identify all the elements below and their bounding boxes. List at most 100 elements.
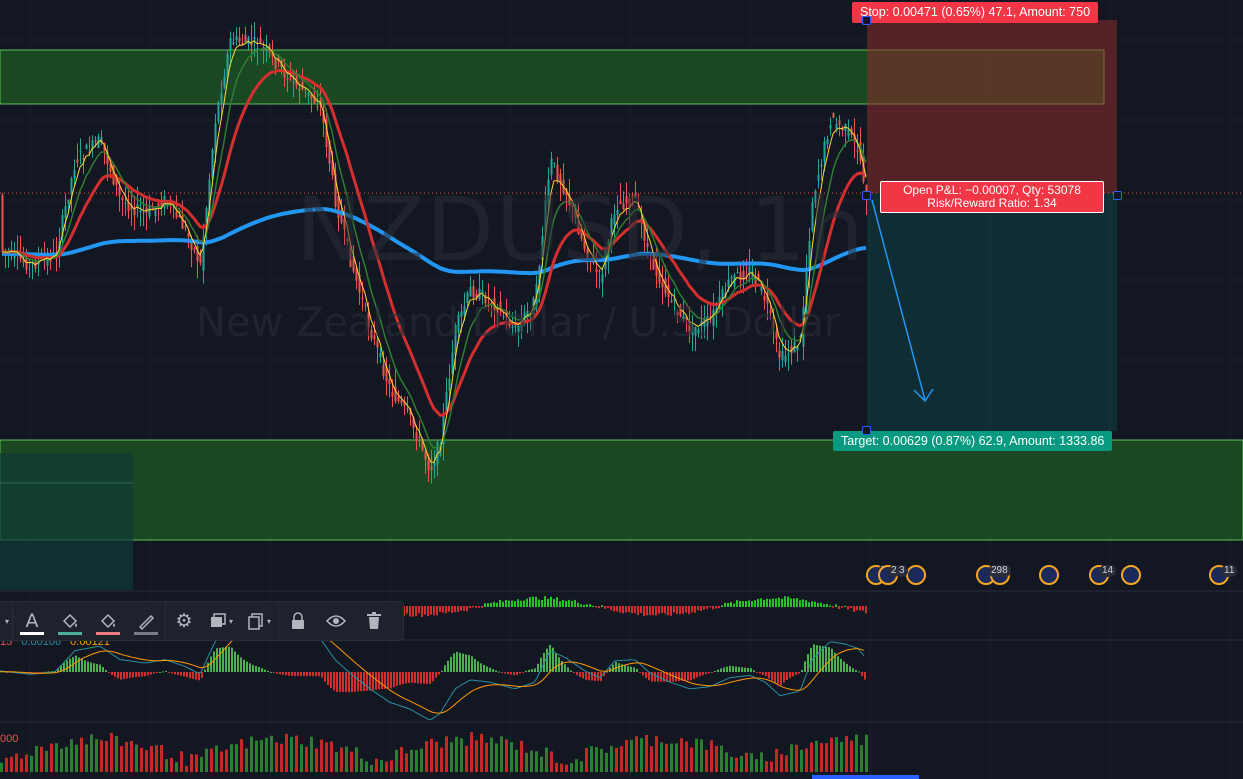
toolbar-drag-caret[interactable]: ▾: [0, 601, 12, 641]
oscillator-bar: [436, 606, 438, 616]
macd-histogram-bar: [735, 666, 737, 672]
candle-body: [67, 199, 70, 205]
candle-body: [118, 187, 121, 196]
macd-histogram-bar: [267, 670, 269, 672]
volume-bar: [810, 742, 813, 772]
macd-histogram-bar: [612, 664, 614, 672]
candle-body: [697, 329, 700, 334]
macd-histogram-bar: [228, 646, 230, 672]
volume-bar: [430, 738, 433, 772]
oscillator-bar: [730, 602, 732, 607]
nz-flag-icon[interactable]: [906, 565, 926, 585]
target-zone[interactable]: [867, 193, 1117, 431]
volume-bar: [455, 736, 458, 772]
us-flag-icon[interactable]: [1121, 565, 1141, 585]
volume-bar: [865, 734, 868, 772]
oscillator-bar: [826, 604, 828, 607]
stop-handle[interactable]: [862, 16, 871, 25]
volume-bar: [120, 745, 123, 772]
macd-histogram-bar: [357, 672, 359, 692]
line-style-icon: [138, 614, 155, 631]
layers-button[interactable]: ▾: [202, 601, 240, 641]
oscillator-bar: [487, 603, 489, 607]
macd-histogram-bar: [417, 672, 419, 684]
clone-icon: [248, 613, 263, 630]
volume-bar: [195, 754, 198, 772]
macd-histogram-bar: [606, 671, 608, 673]
macd-histogram-bar: [402, 672, 404, 685]
macd-histogram-bar: [810, 647, 812, 672]
volume-bar: [140, 747, 143, 772]
oscillator-bar: [799, 600, 801, 607]
target-handle[interactable]: [862, 426, 871, 435]
volume-bar: [245, 748, 248, 772]
volume-bar: [5, 757, 8, 772]
candle-body: [457, 315, 460, 333]
oscillator-bar: [712, 606, 714, 610]
line-style-button[interactable]: [127, 601, 165, 641]
candle-body: [595, 269, 598, 272]
macd-histogram-bar: [411, 672, 413, 683]
oscillator-bar: [751, 601, 753, 607]
macd-histogram-bar: [420, 672, 422, 684]
chart-stage[interactable]: NZDUSD, 1h New Zealand Dollar / U.S. Dol…: [0, 0, 1243, 779]
macd-histogram-bar: [759, 672, 761, 674]
macd-histogram-bar: [408, 672, 410, 683]
oscillator-bar: [622, 606, 624, 614]
candle-body: [835, 124, 838, 129]
volume-bar: [350, 751, 353, 772]
macd-histogram-bar: [87, 661, 89, 672]
candle-body: [772, 321, 775, 328]
stop-zone[interactable]: [867, 20, 1117, 193]
oscillator-bar: [415, 606, 417, 617]
target-label[interactable]: Target: 0.00629 (0.87%) 62.9, Amount: 13…: [833, 431, 1113, 451]
oscillator-bar: [535, 596, 537, 607]
open-pnl-label[interactable]: Open P&L: −0.00007, Qty: 53078 Risk/Rewa…: [880, 181, 1104, 213]
macd-histogram-bar: [855, 669, 857, 672]
nz-flag-icon[interactable]: [1039, 565, 1059, 585]
macd-histogram-bar: [459, 652, 461, 672]
volume-bar: [210, 748, 213, 772]
macd-histogram-bar: [291, 672, 293, 676]
visibility-button[interactable]: [317, 601, 355, 641]
oscillator-bar: [667, 606, 669, 616]
oscillator-bar: [853, 606, 855, 612]
candle-body: [367, 312, 370, 327]
volume-bar: [745, 752, 748, 772]
macd-histogram-bar: [390, 672, 392, 689]
fill-color-button[interactable]: [51, 601, 89, 641]
width-handle[interactable]: [1113, 191, 1122, 200]
macd-histogram-bar: [711, 672, 713, 673]
text-color-button[interactable]: A: [13, 601, 51, 641]
lock-button[interactable]: [279, 601, 317, 641]
volume-bar: [655, 736, 658, 772]
price-chart[interactable]: [0, 0, 1243, 779]
candle-body: [415, 432, 418, 442]
settings-button[interactable]: ⚙: [166, 601, 202, 641]
delete-button[interactable]: [355, 601, 393, 641]
volume-bar: [345, 746, 348, 772]
event-badge: 3: [896, 565, 908, 577]
macd-histogram-bar: [840, 659, 842, 672]
clone-button[interactable]: ▾: [240, 601, 278, 641]
volume-bar: [510, 742, 513, 772]
macd-histogram-bar: [381, 672, 383, 690]
volume-bar: [815, 740, 818, 772]
stop-label[interactable]: Stop: 0.00471 (0.65%) 47.1, Amount: 750: [852, 2, 1099, 23]
entry-handle[interactable]: [862, 191, 871, 200]
time-scale-highlight: [812, 775, 919, 779]
volume-bar: [315, 748, 318, 772]
oscillator-bar: [409, 606, 411, 617]
candle-body: [784, 355, 787, 363]
volume-bar: [65, 746, 68, 772]
macd-histogram-bar: [348, 672, 350, 693]
oscillator-bar: [583, 604, 585, 607]
candle-body: [289, 76, 292, 78]
demand-zone[interactable]: [0, 439, 1243, 541]
oscillator-bar: [568, 599, 570, 607]
candle-body: [112, 164, 115, 185]
macd-histogram-bar: [345, 672, 347, 693]
background-color-button[interactable]: [89, 601, 127, 641]
candle-body: [691, 323, 694, 335]
candle-body: [682, 315, 685, 320]
